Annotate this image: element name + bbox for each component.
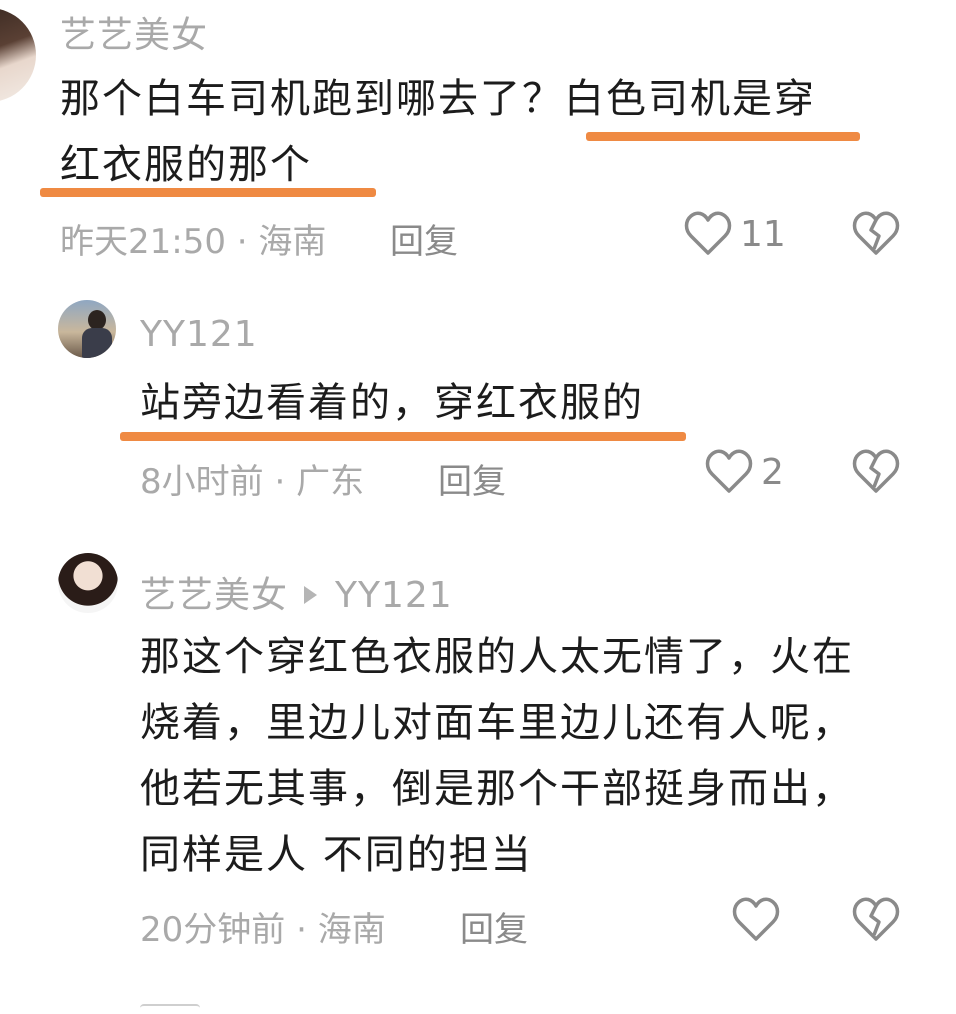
author-name[interactable]: 艺艺美女 (140, 575, 288, 616)
comment-location: 海南 (317, 910, 386, 950)
reply-arrow-icon (304, 586, 318, 604)
comment-line: 那个白车司机跑到哪去了？白色司机是穿 (60, 76, 816, 122)
comment-location: 广东 (296, 462, 365, 502)
comment-line: 烧着，里边儿对面车里边儿还有人呢， (140, 700, 854, 746)
highlight-underline (40, 188, 376, 197)
highlight-underline (120, 432, 686, 441)
comment-line: 那这个穿红色衣服的人太无情了，火在 (140, 634, 854, 680)
broken-heart-icon[interactable] (852, 897, 900, 947)
comment-meta: 20分钟前 · 海南 (140, 902, 386, 951)
avatar[interactable] (58, 300, 116, 358)
next-comment-edge (140, 1004, 200, 1014)
comment-line: 站旁边看着的，穿红衣服的 (140, 380, 644, 426)
heart-outline-icon (732, 897, 780, 943)
comment-text: 那这个穿红色衣服的人太无情了，火在 烧着，里边儿对面车里边儿还有人呢， 他若无其… (140, 624, 940, 888)
comment-time: 昨天21:50 (60, 222, 226, 262)
avatar[interactable] (0, 8, 36, 102)
meta-separator: · (296, 910, 318, 950)
comment-username[interactable]: 艺艺美女 (60, 6, 208, 58)
comment-location: 海南 (258, 222, 327, 262)
comment-line: 他若无其事，倒是那个干部挺身而出， (140, 766, 854, 812)
comment-text: 站旁边看着的，穿红衣服的 (140, 370, 920, 436)
reply-button[interactable]: 回复 (438, 454, 506, 503)
heart-outline-icon (705, 449, 753, 495)
comment-time: 8小时前 (140, 462, 264, 502)
meta-separator: · (236, 222, 259, 262)
highlight-underline (586, 132, 860, 141)
avatar[interactable] (58, 553, 118, 613)
like-button[interactable]: 2 (705, 449, 784, 495)
comment-line: 同样是人 不同的担当 (140, 832, 533, 878)
reply-button[interactable]: 回复 (390, 214, 458, 263)
like-count: 11 (740, 213, 786, 255)
like-button[interactable]: 11 (684, 211, 786, 257)
comment-meta: 昨天21:50 · 海南 (60, 214, 326, 263)
like-count: 2 (761, 451, 784, 493)
heart-outline-icon (684, 211, 732, 257)
broken-heart-icon[interactable] (852, 449, 900, 499)
reply-button[interactable]: 回复 (460, 902, 528, 951)
comment-meta: 8小时前 · 广东 (140, 454, 364, 503)
like-button[interactable] (732, 897, 788, 943)
comment-time: 20分钟前 (140, 910, 286, 950)
comment-username[interactable]: 艺艺美女 YY121 (140, 566, 453, 618)
broken-heart-icon[interactable] (852, 211, 900, 261)
meta-separator: · (274, 462, 297, 502)
reply-to-name[interactable]: YY121 (335, 575, 453, 616)
comment-username[interactable]: YY121 (140, 314, 258, 355)
